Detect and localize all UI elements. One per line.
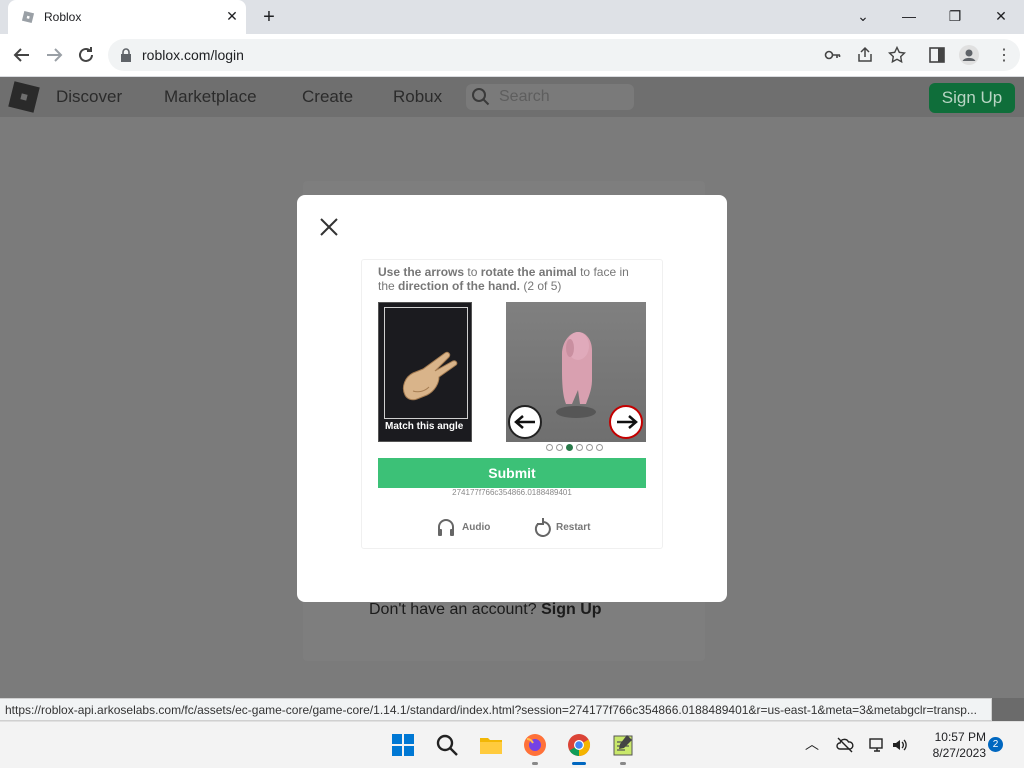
browser-tab[interactable]: Roblox ✕ — [8, 0, 246, 34]
progress-dot — [576, 444, 583, 451]
rotate-right-button[interactable] — [609, 405, 643, 439]
key-icon[interactable] — [824, 46, 842, 64]
target-hand-image: Match this angle — [378, 302, 472, 442]
windows-start-icon[interactable] — [391, 733, 415, 757]
header-signup-button[interactable]: Sign Up — [929, 83, 1015, 113]
reload-icon[interactable] — [74, 43, 98, 67]
cloud-offline-icon[interactable] — [836, 736, 854, 754]
chrome-active-indicator — [572, 762, 586, 765]
bookmark-star-icon[interactable] — [888, 46, 906, 64]
instr-direction: direction of the hand. — [398, 279, 521, 293]
roblox-page: Discover Marketplace Create Robux Search… — [0, 77, 1024, 698]
pointing-hand-icon — [402, 351, 458, 401]
close-icon[interactable] — [319, 217, 339, 237]
forward-icon[interactable] — [42, 43, 66, 67]
instr-to: to — [464, 265, 481, 279]
arrow-left-icon — [514, 415, 535, 429]
signup-link[interactable]: Sign Up — [541, 601, 601, 618]
chrome-icon[interactable] — [567, 733, 591, 757]
new-tab-icon[interactable]: + — [258, 7, 280, 27]
notification-badge[interactable]: 2 — [988, 737, 1003, 752]
clock-time: 10:57 PM — [934, 730, 986, 744]
no-account-text: Don't have an account? — [369, 601, 537, 618]
clock-date: 8/27/2023 — [932, 746, 986, 760]
address-bar[interactable]: roblox.com/login — [108, 39, 1020, 71]
status-url-bubble: https://roblox-api.arkoselabs.com/fc/ass… — [0, 698, 992, 721]
roblox-logo-icon[interactable] — [8, 81, 40, 113]
dog-figure-icon — [556, 332, 596, 418]
search-placeholder: Search — [499, 88, 550, 105]
firefox-running-indicator — [532, 762, 538, 765]
instr-rotate: rotate the animal — [480, 265, 577, 279]
audio-label: Audio — [462, 522, 491, 533]
no-account-prompt: Don't have an account? Sign Up — [369, 601, 602, 619]
progress-dot — [596, 444, 603, 451]
restart-icon — [534, 518, 551, 537]
site-search-input[interactable]: Search — [466, 84, 634, 110]
system-clock[interactable]: 10:57 PM 8/27/2023 — [916, 729, 986, 761]
restore-icon[interactable]: ❐ — [940, 4, 970, 28]
captcha-frame: Use the arrows to rotate the animal to f… — [361, 259, 663, 549]
captcha-modal: Use the arrows to rotate the animal to f… — [297, 195, 727, 602]
tab-close-icon[interactable]: ✕ — [224, 8, 240, 24]
browser-menu-icon[interactable]: ⋮ — [996, 45, 1012, 65]
notepad-app-icon[interactable] — [611, 733, 635, 757]
progress-dot — [546, 444, 553, 451]
progress-dot — [556, 444, 563, 451]
progress-dot — [566, 444, 573, 451]
browser-toolbar: roblox.com/login ⋮ — [0, 34, 1024, 77]
url-text: roblox.com/login — [142, 47, 244, 63]
session-id-text: 274177f766c354866.0188489401 — [452, 488, 572, 497]
tab-title: Roblox — [44, 10, 82, 24]
instr-progress: (2 of 5) — [520, 279, 562, 293]
nav-create[interactable]: Create — [302, 87, 353, 107]
progress-dot — [586, 444, 593, 451]
windows-taskbar: ︿ 10:57 PM 8/27/2023 2 — [0, 721, 1024, 768]
share-icon[interactable] — [856, 46, 874, 64]
submit-button[interactable]: Submit — [378, 458, 646, 488]
search-icon — [472, 88, 490, 106]
roblox-header: Discover Marketplace Create Robux Search… — [0, 77, 1024, 117]
headphones-icon — [438, 519, 454, 536]
side-panel-icon[interactable] — [928, 46, 946, 64]
network-icon[interactable] — [868, 736, 886, 754]
restart-label: Restart — [556, 522, 591, 533]
nav-robux[interactable]: Robux — [393, 87, 442, 107]
instr-arrows: Use the arrows — [378, 265, 465, 279]
rotatable-animal-image — [506, 302, 646, 442]
app-running-indicator — [620, 762, 626, 765]
nav-discover[interactable]: Discover — [56, 87, 122, 107]
minimize-icon[interactable]: — — [894, 4, 924, 28]
volume-icon[interactable] — [891, 736, 909, 754]
file-explorer-icon[interactable] — [479, 733, 503, 757]
firefox-icon[interactable] — [523, 733, 547, 757]
profile-avatar-icon[interactable] — [959, 45, 979, 65]
lock-icon — [121, 48, 131, 62]
close-window-icon[interactable]: ✕ — [986, 4, 1016, 28]
rotate-left-button[interactable] — [508, 405, 542, 439]
roblox-favicon-icon — [21, 10, 35, 24]
match-angle-label: Match this angle — [385, 421, 464, 432]
search-taskbar-icon[interactable] — [435, 733, 459, 757]
back-icon[interactable] — [10, 43, 34, 67]
nav-marketplace[interactable]: Marketplace — [164, 87, 257, 107]
captcha-instructions: Use the arrows to rotate the animal to f… — [378, 265, 646, 293]
tray-chevron-up-icon[interactable]: ︿ — [805, 734, 819, 754]
browser-tab-bar: Roblox ✕ + ⌄ — ❐ ✕ — [0, 0, 1024, 34]
tab-search-chevron-icon[interactable]: ⌄ — [848, 4, 878, 28]
arrow-right-icon — [617, 415, 638, 429]
